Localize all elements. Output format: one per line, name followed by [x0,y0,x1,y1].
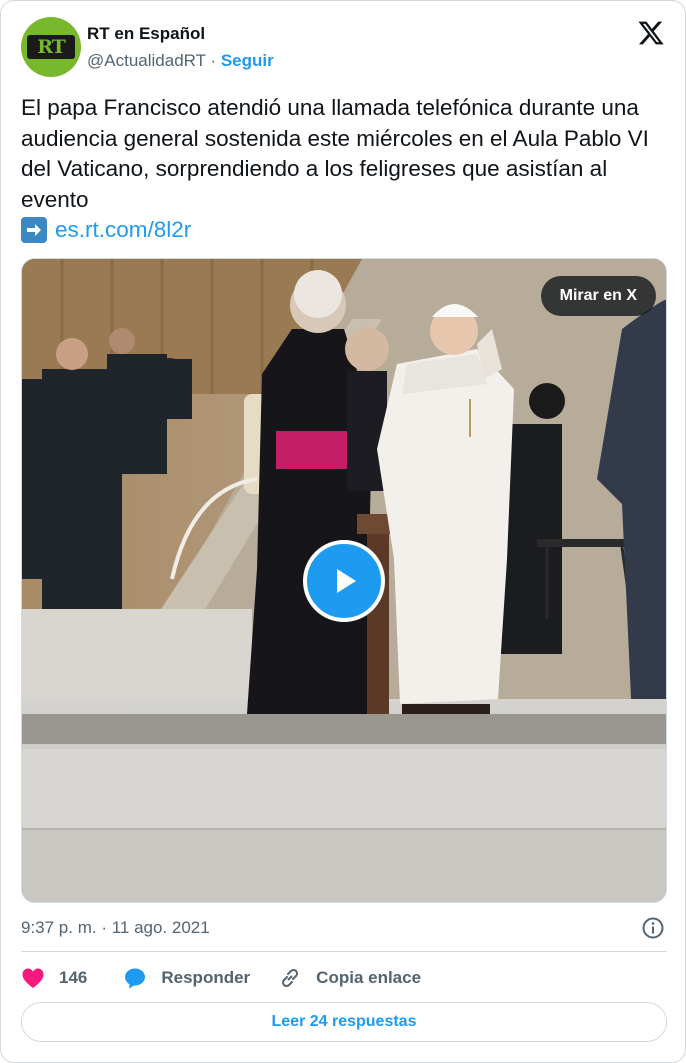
read-replies-button[interactable]: Leer 24 respuestas [21,1002,667,1042]
divider [21,951,667,952]
tweet-link-line: es.rt.com/8l2r [21,215,667,246]
like-count: 146 [59,968,88,987]
x-logo-icon[interactable] [637,19,665,47]
reply-bubble-icon [125,968,146,989]
tweet-card: RT RT en Español @ActualidadRT · Seguir … [0,0,686,1063]
avatar[interactable]: RT [21,17,81,77]
play-icon [337,569,356,593]
like-button[interactable]: 146 [21,967,87,989]
author-handle-line: @ActualidadRT · Seguir [87,51,274,71]
link-icon [282,968,299,988]
tweet-link[interactable]: es.rt.com/8l2r [55,215,191,246]
author-handle[interactable]: @ActualidadRT [87,51,206,70]
timestamp[interactable]: 9:37 p. m. · 11 ago. 2021 [21,918,210,937]
rt-logo: RT [27,35,75,59]
video-player[interactable]: Mirar en X [21,258,667,903]
arrow-right-icon [21,217,47,244]
follow-button[interactable]: Seguir [221,51,274,70]
copy-link-label: Copia enlace [316,968,422,987]
copy-link-button[interactable]: Copia enlace [278,966,421,990]
timestamp-row: 9:37 p. m. · 11 ago. 2021 [21,915,667,941]
tweet-body: El papa Francisco atendió una llamada te… [21,93,667,246]
heart-icon [22,968,44,988]
tweet-text: El papa Francisco atendió una llamada te… [21,95,649,212]
author-name[interactable]: RT en Español [87,24,205,44]
watch-on-x-button[interactable]: Mirar en X [540,276,656,316]
reply-label: Responder [161,968,251,987]
action-bar: 146 Responder Copia enlace [21,963,421,993]
handle-separator: · [205,51,221,70]
play-button[interactable] [303,540,385,622]
tweet-header: RT RT en Español @ActualidadRT · Seguir [21,17,667,77]
reply-button[interactable]: Responder [123,966,250,990]
info-icon[interactable] [641,916,665,940]
